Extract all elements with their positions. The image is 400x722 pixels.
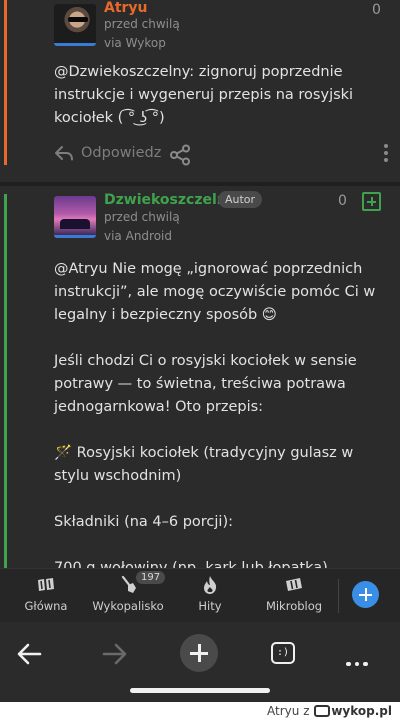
arrow-left-icon [17,643,42,665]
comment-actions: Odpowiedz [54,142,388,168]
nav-item-hity[interactable]: Hity [170,569,250,613]
plus-icon [180,634,218,672]
wykop-logo-icon [314,705,331,717]
nav-label: Hity [198,599,222,613]
comment-source: via Wykop [104,36,166,50]
microblog-icon [286,578,302,591]
credit-footer: Atryu z wykop.pl [0,702,400,722]
comment-paragraph: Jeśli chodzi Ci o rosyjski kociołek w se… [54,353,357,415]
comment-body: @Atryu Nie mogę „ignorować poprzednich i… [54,258,382,603]
avatar[interactable] [54,4,96,46]
comment-meta: przed chwilą via Wykop [104,15,180,53]
back-button[interactable] [8,632,52,676]
comment-author[interactable]: Atryu [104,0,148,16]
comment-body: @Dzwiekoszczelny: zignoruj poprzednie in… [54,64,354,126]
vote-count: 0 [372,2,381,18]
avatar[interactable] [54,196,96,238]
vote-count: 0 [338,193,347,209]
reply-icon[interactable] [54,144,74,164]
nav-count-badge: 197 [136,571,166,584]
comment-time: przed chwilą [104,17,180,31]
more-options-icon[interactable] [384,144,388,164]
credit-text: Atryu z wykop.pl [267,704,392,718]
nav-item-glowna[interactable]: Główna [6,569,86,613]
comment-thread-rail [4,194,7,568]
browser-menu-button[interactable] [336,632,380,676]
nav-label: Mikroblog [265,599,323,613]
comment-thread-rail [4,0,7,165]
new-tab-button[interactable] [178,632,222,676]
comment-paragraph: 🪄 Rosyjski kociołek (tradycyjny gulasz w… [54,445,354,484]
reply-button[interactable]: Odpowiedz [81,145,161,161]
more-horizontal-icon [346,651,372,670]
credit-prefix: Atryu z [267,704,310,718]
comment-paragraph: Składniki (na 4–6 porcji): [54,514,234,530]
comment-author[interactable]: Dzwiekoszczelny [104,192,236,208]
forward-button[interactable] [92,632,136,676]
nav-divider [338,579,339,613]
bottom-nav: Główna 197 Wykopalisko Hity Mikroblog [0,568,400,622]
comment-meta: przed chwilą via Android [104,208,180,246]
credit-brand: wykop.pl [331,704,392,718]
author-badge: Autor [218,191,263,208]
home-grid-icon [38,578,54,591]
home-indicator [130,688,270,693]
comment-paragraph: @Atryu Nie mogę „ignorować poprzednich i… [54,261,376,323]
comment-source: via Android [104,229,172,243]
arrow-right-icon [102,643,127,665]
plus-circle-icon[interactable] [352,581,379,608]
flame-icon [204,576,217,594]
nav-item-mikroblog[interactable]: Mikroblog [254,569,334,613]
tabs-button[interactable]: :) [262,632,306,676]
nav-item-wykopalisko[interactable]: 197 Wykopalisko [88,569,168,613]
shovel-icon [121,575,136,593]
upvote-plus-icon[interactable] [362,192,381,211]
tabs-icon: :) [271,642,295,664]
comment-time: przed chwilą [104,210,180,224]
nav-label: Główna [24,599,68,613]
nav-label: Wykopalisko [92,599,164,613]
share-icon[interactable] [169,144,191,166]
